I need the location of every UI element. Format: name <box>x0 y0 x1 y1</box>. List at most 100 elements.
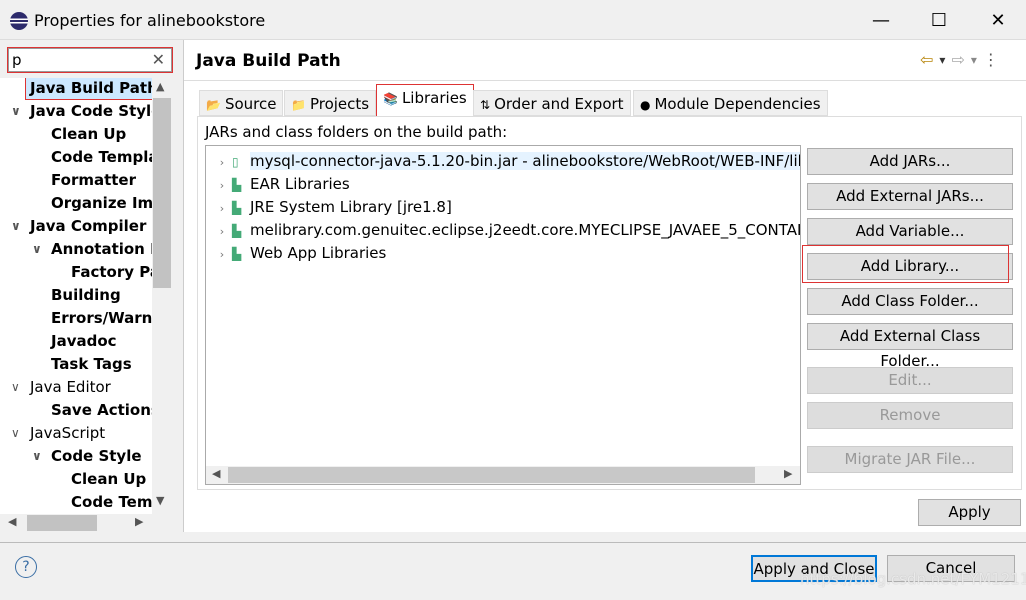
tree-item[interactable]: ∨ Annotation P <box>32 238 152 260</box>
add-class-folder-button[interactable]: Add Class Folder... <box>807 288 1013 315</box>
tree-item[interactable]: Java Build Path <box>25 78 152 100</box>
tree-horizontal-scrollbar[interactable]: ◀ ▶ <box>0 514 172 532</box>
tree-item-label: Java Editor <box>30 378 111 396</box>
library-label: mysql-connector-java-5.1.20-bin.jar - al… <box>250 152 800 170</box>
scroll-left-icon[interactable]: ◀ <box>8 515 16 528</box>
tree-item-label: Save Actions <box>51 401 152 419</box>
expand-chevron-icon[interactable]: › <box>212 221 232 241</box>
library-label: Web App Libraries <box>250 244 387 262</box>
tree-item-label: Task Tags <box>51 355 132 373</box>
add-external-jars-button[interactable]: Add External JARs... <box>807 183 1013 210</box>
expand-chevron-icon[interactable]: › <box>212 175 232 195</box>
libraries-tree[interactable]: ◀ ▶ › ▯ mysql-connector-java-5.1.20-bin.ja… <box>205 145 801 485</box>
library-item[interactable]: › ▙ melibrary.com.genuitec.eclipse.j2eedt.… <box>206 219 800 241</box>
back-icon[interactable]: ⇦ <box>920 50 933 69</box>
tree-item[interactable]: Javadoc <box>51 330 117 352</box>
scroll-right-icon[interactable]: ▶ <box>784 467 792 480</box>
clear-filter-icon[interactable]: ✕ <box>152 50 165 69</box>
tree-vertical-scrollbar[interactable]: ▲ ▼ <box>152 78 172 514</box>
jar-icon: ▯ <box>232 155 239 169</box>
tree-item-label: Formatter <box>51 171 137 189</box>
maximize-button[interactable]: ☐ <box>924 8 954 34</box>
tree-item[interactable]: ∨ JavaScript <box>11 422 106 444</box>
expand-chevron-icon[interactable]: › <box>212 152 232 172</box>
highlight-box <box>802 245 1009 283</box>
tree-item[interactable]: Code Templa <box>51 146 152 168</box>
apply-button[interactable]: Apply <box>918 499 1021 526</box>
library-label: melibrary.com.genuitec.eclipse.j2eedt.co… <box>250 221 800 239</box>
tree-item-label: Code Temp <box>71 493 152 511</box>
tree-item-label: Factory Pa <box>71 263 152 281</box>
tree-item[interactable]: ∨ Java Code Style <box>11 100 152 122</box>
tree-item-label: Java Compiler <box>30 217 147 235</box>
tree-item-label: Java Build Path <box>30 79 152 97</box>
window-title: Properties for alinebookstore <box>34 11 266 30</box>
tree-item[interactable]: Organize Imp <box>51 192 152 214</box>
tab-projects[interactable]: 📁 Projects <box>284 90 377 116</box>
expand-chevron-icon[interactable]: ∨ <box>11 100 21 122</box>
minimize-button[interactable]: — <box>866 8 896 34</box>
close-button[interactable]: ✕ <box>983 8 1013 34</box>
tree-item-label: JavaScript <box>30 424 106 442</box>
projects-icon: 📁 <box>291 98 306 112</box>
tree-item-label: Code Style <box>51 447 142 465</box>
scroll-down-icon[interactable]: ▼ <box>156 494 164 507</box>
add-jars-button[interactable]: Add JARs... <box>807 148 1013 175</box>
expand-chevron-icon[interactable]: ∨ <box>32 238 42 260</box>
property-tree[interactable]: Java Build Path ∨ Java Code Style Clean Up C… <box>0 78 152 514</box>
divider <box>184 80 1026 81</box>
expand-chevron-icon[interactable]: › <box>212 244 232 264</box>
scroll-thumb[interactable] <box>228 467 755 483</box>
forward-menu-icon[interactable]: ▾ <box>971 53 977 69</box>
tree-item[interactable]: Task Tags <box>51 353 132 375</box>
tab-module-dependencies[interactable]: ● Module Dependencies <box>633 90 828 116</box>
library-item[interactable]: › ▙ Web App Libraries <box>206 242 800 264</box>
tree-item[interactable]: Formatter <box>51 169 136 191</box>
forward-icon[interactable]: ⇨ <box>951 50 964 69</box>
library-item[interactable]: › ▙ JRE System Library [jre1.8] <box>206 196 800 218</box>
libraries-horizontal-scrollbar[interactable]: ◀ ▶ <box>206 466 800 484</box>
tree-item[interactable]: Building <box>51 284 121 306</box>
library-icon: ▙ <box>232 178 242 192</box>
scroll-right-icon[interactable]: ▶ <box>135 515 143 528</box>
scroll-left-icon[interactable]: ◀ <box>212 467 220 480</box>
page-title: Java Build Path <box>196 51 341 71</box>
edit-button: Edit... <box>807 367 1013 394</box>
add-external-class-folder-button[interactable]: Add External Class Folder... <box>807 323 1013 370</box>
library-icon: ▙ <box>232 201 242 215</box>
tree-item[interactable]: Errors/Warnii <box>51 307 152 329</box>
tree-item-label: Javadoc <box>51 332 117 350</box>
expand-chevron-icon[interactable]: ∨ <box>11 215 21 237</box>
filter-field[interactable]: ✕ <box>7 47 173 73</box>
library-item[interactable]: › ▙ EAR Libraries <box>206 173 800 195</box>
back-menu-icon[interactable]: ▾ <box>939 53 945 69</box>
tree-item-label: Clean Up <box>51 125 127 143</box>
expand-chevron-icon[interactable]: ∨ <box>11 376 20 398</box>
tree-item[interactable]: ∨ Java Editor <box>11 376 111 398</box>
tab-libraries[interactable]: 📚 Libraries <box>376 84 474 116</box>
scroll-up-icon[interactable]: ▲ <box>156 80 164 93</box>
tree-item[interactable]: Code Temp <box>71 491 152 513</box>
tree-item-label: Building <box>51 286 121 304</box>
tab-label: Projects <box>309 95 370 113</box>
library-item[interactable]: › ▯ mysql-connector-java-5.1.20-bin.jar - … <box>206 150 800 172</box>
tree-item[interactable]: Clean Up <box>71 468 146 490</box>
tab-order-and-export[interactable]: ⇅ Order and Export <box>473 90 631 116</box>
expand-chevron-icon[interactable]: ∨ <box>11 422 20 444</box>
tree-item[interactable]: Save Actions <box>51 399 152 421</box>
tree-item[interactable]: ∨ Java Compiler <box>11 215 147 237</box>
tree-item[interactable]: ∨ Code Style <box>32 445 142 467</box>
filter-input[interactable] <box>9 49 145 71</box>
tab-source[interactable]: 📂 Source <box>199 90 284 116</box>
scroll-thumb[interactable] <box>153 98 171 288</box>
expand-chevron-icon[interactable]: ∨ <box>32 445 42 467</box>
tree-item-label: Organize Imp <box>51 194 152 212</box>
expand-chevron-icon[interactable]: › <box>212 198 232 218</box>
tree-item[interactable]: Factory Pa <box>71 261 152 283</box>
view-menu-icon[interactable]: ⋮ <box>983 50 999 69</box>
help-icon[interactable]: ? <box>15 556 37 578</box>
add-variable-button[interactable]: Add Variable... <box>807 218 1013 245</box>
source-folder-icon: 📂 <box>206 98 221 112</box>
tree-item[interactable]: Clean Up <box>51 123 126 145</box>
scroll-thumb[interactable] <box>27 515 97 531</box>
